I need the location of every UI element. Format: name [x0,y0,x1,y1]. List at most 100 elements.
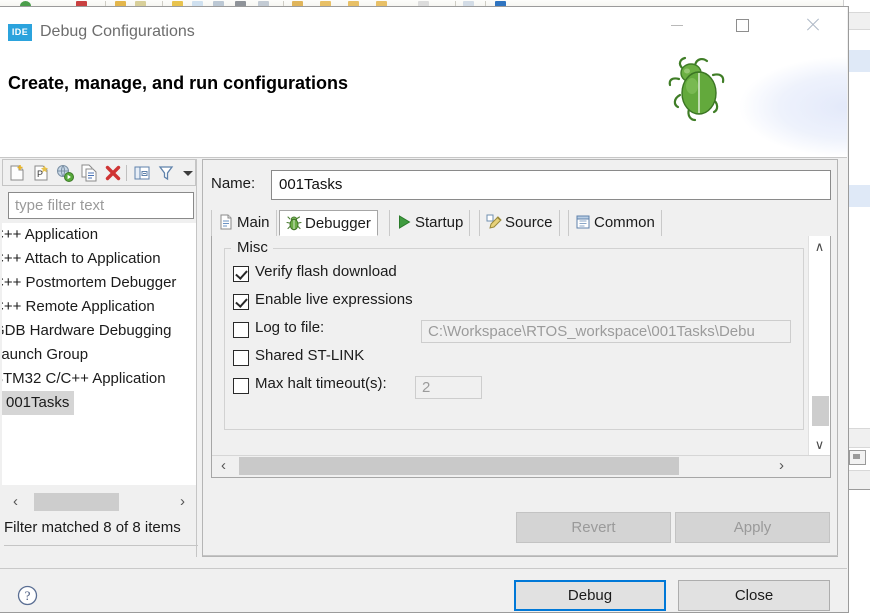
run-play-icon [396,213,412,229]
hscrollbar-thumb[interactable] [239,457,679,475]
ide-app-icon: IDE [8,24,32,41]
duplicate-configuration-icon[interactable] [80,164,98,182]
tab-startup-label: Startup [415,214,464,231]
max-halt-timeout-checkbox[interactable] [233,378,249,394]
configuration-tabs: Main Debugger Startup Source Common [211,210,831,237]
log-to-file-label: Log to file: [255,319,325,336]
tab-main[interactable]: Main [211,210,277,236]
log-to-file-row[interactable]: Log to file: C:\Workspace\RTOS_workspace… [233,318,793,344]
log-to-file-checkbox[interactable] [233,322,249,338]
configuration-types-list[interactable]: C++ Application C++ Attach to Applicatio… [2,223,196,485]
shared-stlink-label: Shared ST-LINK [255,347,365,364]
max-halt-timeout-input[interactable]: 2 [415,376,482,399]
tab-main-label: Main [237,214,270,231]
name-input[interactable]: 001Tasks [271,170,831,200]
delete-configuration-icon[interactable] [104,164,122,182]
maximize-button[interactable] [719,7,765,40]
shared-stlink-checkbox[interactable] [233,350,249,366]
scroll-left-arrow-icon[interactable]: ‹ [7,494,24,510]
bug-icon [286,214,302,231]
enable-live-expressions-checkbox[interactable] [233,294,249,310]
help-question-icon[interactable]: ? [17,585,38,606]
tab-common[interactable]: Common [568,210,662,236]
content-scroll-left-arrow-icon[interactable]: ‹ [215,458,232,474]
close-button[interactable]: Close [678,580,830,611]
list-item-001tasks[interactable]: 001Tasks [2,391,75,415]
misc-group: Misc Verify flash download Enable live e… [224,239,804,430]
list-item-gdb-hardware-debugging[interactable]: GDB Hardware Debugging [2,319,174,343]
panel-divider [196,159,197,557]
new-prototype-icon[interactable]: P [32,164,50,182]
max-halt-timeout-value: 2 [422,379,431,396]
background-view-button [849,450,866,465]
log-to-file-path-value: C:\Workspace\RTOS_workspace\001Tasks\Deb… [428,323,755,340]
list-item-cpp-application[interactable]: C++ Application [2,223,101,247]
document-icon [218,213,234,230]
enable-live-expressions-label: Enable live expressions [255,291,413,308]
tab-source-label: Source [505,214,553,231]
scroll-up-arrow-icon[interactable]: ∧ [809,238,830,256]
toolbar-separator [126,165,127,181]
filter-input[interactable]: type filter text [8,192,194,219]
list-item-cpp-attach[interactable]: C++ Attach to Application [2,247,164,271]
content-vertical-scrollbar[interactable]: ∧ ∨ [808,236,830,456]
list-item-cpp-postmortem[interactable]: C++ Postmortem Debugger [2,271,179,295]
revert-button[interactable]: Revert [516,512,671,543]
screen: IDE Debug Configurations Create, manage,… [0,0,870,613]
scroll-down-arrow-icon[interactable]: ∨ [809,436,830,454]
debugger-tab-content: Misc Verify flash download Enable live e… [211,236,831,478]
scrollbar-thumb[interactable] [34,493,119,511]
debug-button[interactable]: Debug [514,580,666,611]
close-icon [790,7,836,40]
source-pencil-icon [486,213,502,229]
bottom-bar-divider [0,568,847,569]
view-menu-chevron-icon[interactable] [179,164,197,182]
export-configuration-icon[interactable] [56,164,74,182]
verify-flash-download-label: Verify flash download [255,263,397,280]
new-launch-configuration-icon[interactable] [8,164,26,182]
dialog-header: Create, manage, and run configurations [0,47,847,158]
common-window-icon [575,213,591,229]
collapse-all-icon[interactable] [133,164,151,182]
action-area-divider [203,555,838,556]
header-artwork [637,47,847,156]
content-scroll-right-arrow-icon[interactable]: › [773,458,790,474]
tab-common-label: Common [594,214,655,231]
configurations-toolbar: P [2,159,196,186]
list-item-stm32-application[interactable]: STM32 C/C++ Application [2,367,169,391]
debug-configurations-dialog: IDE Debug Configurations Create, manage,… [0,6,849,613]
close-window-button[interactable] [790,7,836,40]
misc-group-title: Misc [234,239,271,256]
filter-placeholder: type filter text [15,197,105,214]
scroll-right-arrow-icon[interactable]: › [174,494,191,510]
tab-source[interactable]: Source [479,210,560,236]
configurations-tree-panel: P type filter text C++ Application C++ A… [2,159,198,557]
svg-text:P: P [37,169,43,179]
name-label: Name: [211,175,256,192]
page-title: Create, manage, and run configurations [8,73,349,93]
vscrollbar-thumb[interactable] [812,396,829,426]
list-item-launch-group[interactable]: Launch Group [2,343,91,367]
green-bug-icon [668,56,725,122]
minimize-button[interactable] [654,7,700,40]
svg-text:?: ? [25,588,31,603]
content-horizontal-scrollbar[interactable]: ‹ › [212,455,830,477]
tab-startup[interactable]: Startup [389,210,471,236]
maximize-icon [719,7,765,40]
name-input-value: 001Tasks [279,176,343,193]
name-row: Name: 001Tasks [211,170,831,200]
dialog-title: Debug Configurations [40,23,195,40]
log-to-file-path-input[interactable]: C:\Workspace\RTOS_workspace\001Tasks\Deb… [421,320,791,343]
configuration-editor-panel: Name: 001Tasks Main Debugger Startup Sou… [202,159,838,557]
tab-debugger[interactable]: Debugger [279,210,378,236]
minimize-icon [654,7,700,40]
filter-status-text: Filter matched 8 of 8 items [4,519,181,536]
tab-debugger-label: Debugger [305,215,371,232]
list-item-cpp-remote[interactable]: C++ Remote Application [2,295,158,319]
filter-icon[interactable] [157,164,175,182]
dialog-titlebar: IDE Debug Configurations [0,7,847,47]
list-horizontal-scrollbar[interactable]: ‹ › [4,491,194,513]
verify-flash-download-checkbox[interactable] [233,266,249,282]
max-halt-timeout-label: Max halt timeout(s): [255,375,387,392]
apply-button[interactable]: Apply [675,512,830,543]
